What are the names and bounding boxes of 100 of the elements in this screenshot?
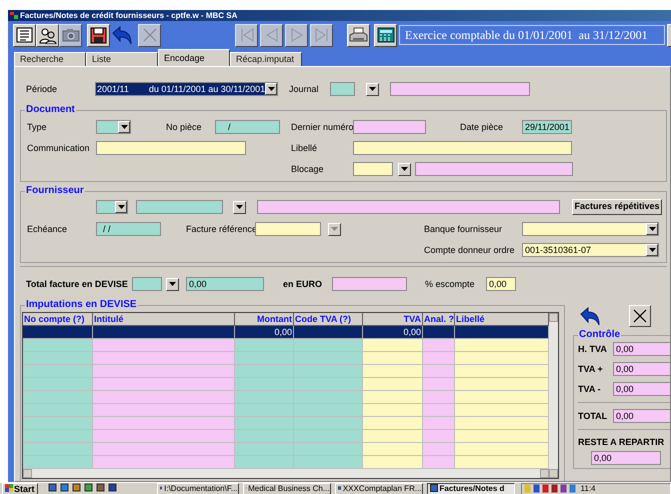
field-label: en EURO: [283, 278, 324, 290]
save-icon: [90, 26, 107, 44]
dropdown-button[interactable]: [233, 200, 246, 214]
calculator-button[interactable]: [374, 24, 397, 46]
caret-icon: [648, 248, 656, 252]
field-label: RESTE A REPARTIR: [578, 436, 666, 448]
save-button[interactable]: [87, 24, 110, 46]
control-value-field[interactable]: 0,00: [613, 409, 670, 423]
label-field[interactable]: [353, 141, 572, 155]
dropdown-button[interactable]: [366, 82, 379, 96]
close-icon: [142, 28, 156, 42]
undo-icon: [112, 26, 132, 44]
taskbar-button[interactable]: Factures/Notes d: [426, 483, 515, 494]
dropdown-button[interactable]: [166, 278, 179, 290]
start-button[interactable]: Start: [2, 483, 38, 494]
print-button[interactable]: [347, 24, 370, 46]
column-header[interactable]: Anal. ?: [423, 313, 455, 326]
last-record-icon: [314, 27, 330, 43]
total-currency-field[interactable]: 0,00: [186, 277, 264, 291]
repetitive-invoices-button[interactable]: Factures répétitives: [572, 199, 662, 215]
last-number-field[interactable]: [353, 120, 426, 134]
field-label: Date pièce: [460, 121, 504, 133]
field-label: Blocage: [291, 163, 325, 175]
blocking-field[interactable]: [353, 162, 393, 176]
last-record-button[interactable]: [310, 24, 333, 46]
supplier-field[interactable]: [136, 200, 223, 214]
caret-icon: [369, 87, 376, 91]
close-button[interactable]: [138, 24, 161, 46]
discount-field[interactable]: 0,00: [486, 277, 516, 291]
piece-number-field[interactable]: /: [215, 120, 280, 134]
table-cell: 0,00: [235, 326, 294, 339]
taskbar-button[interactable]: Medical Business Ch...: [242, 483, 331, 494]
tab[interactable]: Récap.imputat: [230, 52, 302, 66]
type-select[interactable]: [96, 120, 131, 134]
reference-field[interactable]: [255, 222, 321, 236]
first-record-icon: [238, 27, 254, 43]
column-header[interactable]: TVA: [363, 313, 423, 326]
field-label: TVA -: [578, 383, 602, 395]
field-label: Total facture en DEVISE: [26, 278, 129, 290]
tab[interactable]: Recherche: [14, 52, 86, 66]
tab[interactable]: Encodage: [158, 49, 230, 66]
previous-record-button[interactable]: [260, 24, 283, 46]
column-header[interactable]: Intitulé: [93, 313, 235, 326]
field-label: TVA +: [578, 363, 604, 375]
blocking-name-field[interactable]: [415, 162, 573, 176]
horizontal-scrollbar[interactable]: [23, 469, 549, 478]
table-cell: [423, 326, 455, 339]
column-header[interactable]: Montant: [235, 313, 294, 326]
undo-button[interactable]: [579, 305, 601, 327]
caret-icon: [401, 167, 408, 171]
column-header[interactable]: Libellé: [455, 313, 549, 326]
column-header[interactable]: No compte (?): [23, 313, 93, 326]
field-label: No pièce: [166, 121, 203, 133]
next-record-button[interactable]: [285, 24, 308, 46]
control-value-field[interactable]: 0,00: [613, 382, 670, 396]
tab[interactable]: Liste: [86, 52, 158, 66]
control-value-field[interactable]: 0,00: [613, 362, 670, 376]
previous-record-icon: [264, 27, 280, 43]
camera-icon: [62, 28, 80, 42]
dropdown-button[interactable]: [328, 222, 341, 236]
people-button[interactable]: [36, 24, 59, 46]
date-field[interactable]: 29/11/2001: [522, 120, 572, 134]
communication-field[interactable]: [96, 141, 246, 155]
people-icon: [38, 26, 56, 44]
caret-icon: [169, 282, 176, 286]
field-label: Compte donneur ordre: [424, 244, 516, 256]
currency-field[interactable]: [132, 277, 162, 291]
journal-field[interactable]: [330, 82, 355, 96]
table-cell: 0,00: [363, 326, 423, 339]
period-select[interactable]: 2001/11 du 01/11/2001 au 30/11/2001: [95, 82, 278, 96]
journal-name-field[interactable]: [390, 82, 530, 96]
list-icon: [16, 27, 33, 43]
total-euro-field[interactable]: [332, 277, 407, 291]
camera-button[interactable]: [59, 24, 82, 46]
app-icon: [10, 12, 18, 19]
account-select[interactable]: 001-3510361-07: [522, 243, 659, 257]
table-row[interactable]: 0,00 0,00: [23, 326, 549, 339]
group-title: Imputations en DEVISE: [25, 299, 138, 311]
field-label: Facture référence: [186, 223, 255, 235]
bank-select[interactable]: [522, 222, 659, 236]
first-record-button[interactable]: [235, 24, 258, 46]
control-value-field[interactable]: 0,00: [613, 342, 670, 356]
taskbar-button[interactable]: XXXComptaplan FR...: [334, 483, 423, 494]
cancel-button[interactable]: [629, 305, 651, 327]
dropdown-button[interactable]: [398, 162, 411, 176]
field-label: Libellé: [291, 142, 318, 154]
caret-icon: [120, 125, 128, 129]
caret-icon: [118, 205, 124, 209]
field-label: % escompte: [425, 278, 476, 290]
taskbar-button[interactable]: I:\Documentation\F...: [156, 483, 239, 494]
supplier-name-field[interactable]: [257, 200, 560, 214]
close-icon: [633, 309, 647, 323]
list-button[interactable]: [13, 24, 36, 46]
field-label: Type: [27, 121, 48, 133]
caret-icon: [331, 227, 338, 231]
vertical-scrollbar[interactable]: [549, 313, 558, 478]
remaining-field[interactable]: 0,00: [591, 451, 661, 465]
column-header[interactable]: Code TVA (?): [294, 313, 363, 326]
supplier-code-select[interactable]: [96, 200, 128, 214]
due-date-field[interactable]: / /: [96, 222, 161, 236]
